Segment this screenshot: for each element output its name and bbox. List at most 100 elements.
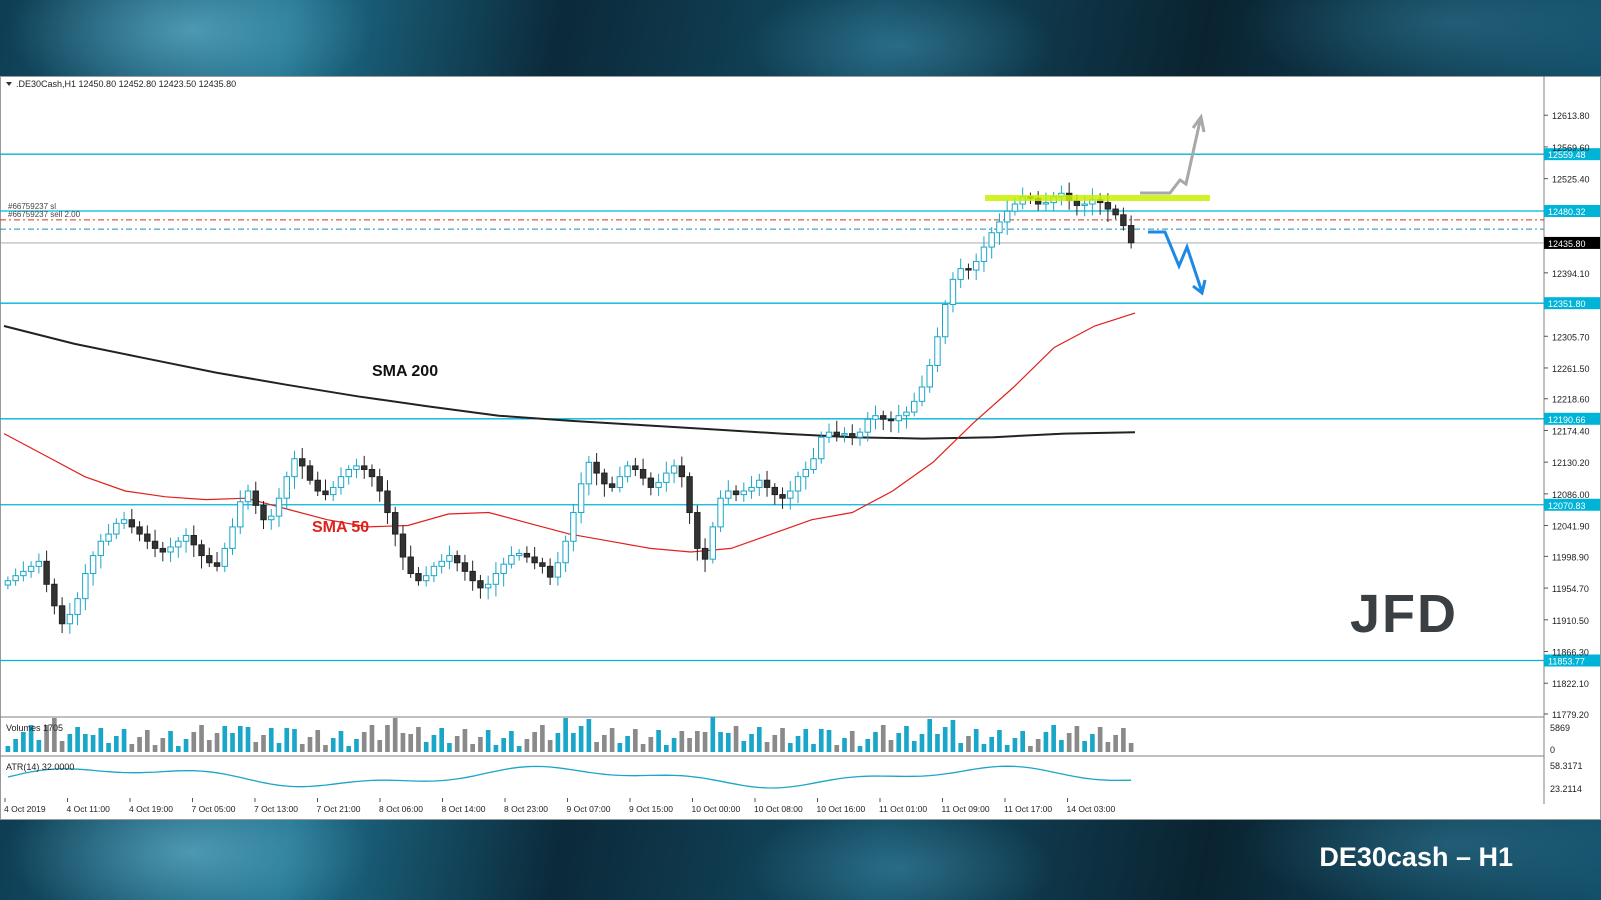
volume-bar-106 [826, 730, 832, 752]
candle-body-127 [988, 232, 995, 248]
candle-body-52 [407, 556, 414, 575]
volume-bar-16 [129, 744, 135, 752]
volume-bar-58 [454, 736, 460, 752]
volume-bar-75 [586, 719, 592, 752]
candle-body-82 [639, 468, 647, 479]
volume-bar-93 [725, 733, 731, 752]
time-tick-label-0: 4 Oct 2019 [4, 804, 46, 814]
price-tick-label-1: 12569.60 [1552, 143, 1590, 153]
candle-body-48 [376, 476, 383, 492]
candle-body-38 [299, 458, 306, 467]
candle-body-29 [229, 526, 236, 549]
volume-bar-47 [369, 725, 375, 752]
price-tick-label-11: 11998.90 [1552, 552, 1589, 562]
candle-body-33 [260, 504, 267, 521]
volume-bar-45 [354, 739, 359, 752]
volume-tick-top: 5869 [1550, 723, 1570, 733]
level-label-1: 12480.32 [1548, 207, 1586, 217]
volume-bar-34 [268, 728, 274, 752]
candle-body-125 [972, 260, 980, 271]
candle-body-27 [213, 562, 221, 567]
price-tick-label-5: 12261.50 [1552, 364, 1590, 374]
volume-bar-120 [935, 734, 940, 752]
volume-bar-78 [609, 728, 615, 752]
time-tick-label-9: 9 Oct 07:00 [567, 804, 611, 814]
chart-caption: DE30cash – H1 [1319, 842, 1513, 872]
current-price-label: 12435.80 [1548, 239, 1586, 249]
candle-body-61 [477, 580, 484, 589]
time-tick-label-8: 8 Oct 23:00 [504, 804, 548, 814]
volume-bar-7 [59, 741, 65, 752]
volume-bar-136 [1059, 740, 1064, 752]
volume-bar-32 [253, 742, 259, 752]
candle-body-134 [1042, 202, 1050, 205]
candle-body-104 [810, 458, 817, 470]
volume-bar-85 [664, 745, 669, 752]
time-tick-label-7: 8 Oct 14:00 [442, 804, 486, 814]
volume-bar-50 [392, 718, 398, 752]
time-tick-label-16: 11 Oct 17:00 [1004, 804, 1052, 814]
candle-body-3 [27, 565, 35, 572]
price-tick-label-13: 11910.50 [1552, 616, 1589, 626]
volume-bar-26 [206, 740, 212, 752]
candle-body-4 [35, 560, 43, 567]
volume-bar-108 [842, 738, 847, 752]
candle-body-5 [43, 560, 50, 585]
volume-bar-70 [547, 740, 553, 752]
volume-bar-116 [904, 726, 909, 752]
candle-body-11 [89, 555, 97, 575]
volume-bar-84 [656, 730, 661, 752]
level-label-2: 12351.80 [1548, 299, 1586, 309]
volume-bar-119 [927, 719, 933, 752]
candle-body-57 [446, 555, 453, 562]
volume-bar-12 [98, 728, 104, 752]
volume-bar-124 [966, 736, 971, 752]
candle-body-92 [717, 497, 724, 528]
volume-bar-94 [733, 726, 739, 752]
volume-bar-37 [292, 729, 297, 752]
volume-bar-25 [199, 725, 204, 752]
volume-bar-9 [75, 727, 80, 752]
candle-body-126 [980, 246, 988, 262]
volume-bar-95 [741, 741, 747, 752]
candle-body-9 [74, 598, 81, 615]
volume-bar-135 [1051, 725, 1056, 752]
symbol-header: .DE30Cash,H1 12450.80 12452.80 12423.50 … [16, 79, 236, 89]
volume-bar-131 [1020, 731, 1025, 752]
volume-bar-115 [896, 733, 902, 752]
volume-bar-134 [1043, 732, 1049, 752]
volume-bar-123 [958, 743, 964, 752]
volume-bar-91 [710, 717, 716, 752]
time-tick-label-11: 10 Oct 00:00 [692, 804, 741, 814]
candle-body-28 [221, 547, 228, 567]
candle-body-12 [97, 540, 105, 557]
volume-bar-73 [571, 733, 576, 752]
candle-body-60 [469, 570, 476, 582]
volume-bar-137 [1066, 733, 1072, 752]
volume-bar-55 [431, 735, 437, 752]
candle-body-89 [694, 512, 701, 549]
price-tick-label-10: 12041.90 [1552, 522, 1590, 532]
volume-bar-51 [400, 733, 406, 752]
candle-body-142 [1104, 202, 1112, 210]
volume-bar-112 [873, 732, 878, 752]
price-tick-label-8: 12130.20 [1552, 458, 1590, 468]
candle-body-130 [1011, 203, 1019, 212]
time-tick-label-14: 11 Oct 01:00 [879, 804, 927, 814]
candle-body-37 [291, 458, 298, 478]
candle-body-98 [763, 479, 771, 488]
candle-body-128 [996, 221, 1003, 234]
volume-bar-53 [416, 727, 421, 752]
price-tick-label-0: 12613.80 [1552, 111, 1590, 121]
volume-bar-97 [756, 727, 762, 752]
volume-bar-21 [168, 731, 173, 752]
candle-body-101 [787, 490, 794, 499]
volume-bar-83 [648, 737, 654, 752]
volume-bar-143 [1113, 735, 1118, 752]
time-tick-label-15: 11 Oct 09:00 [942, 804, 990, 814]
volume-bar-44 [346, 746, 352, 752]
volume-bar-4 [36, 740, 42, 752]
volume-bar-14 [114, 736, 119, 752]
candle-body-81 [632, 465, 639, 470]
volume-bar-126 [981, 744, 987, 752]
